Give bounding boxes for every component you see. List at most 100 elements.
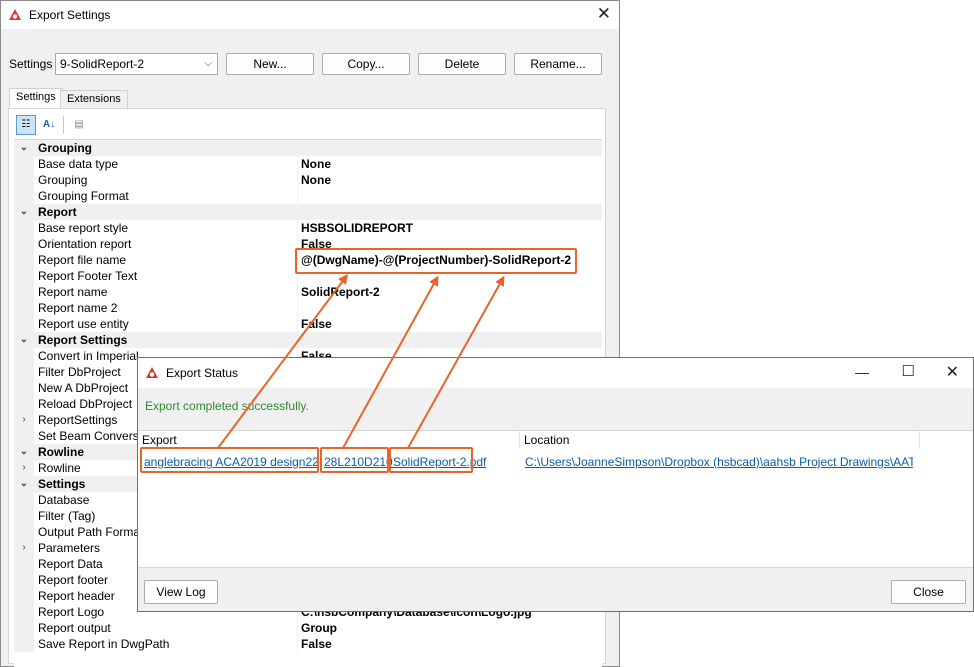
settings-dropdown[interactable]: 9-SolidReport-2 ⌵ [55, 53, 218, 75]
row-gutter [14, 236, 34, 252]
new-button[interactable]: New... [226, 53, 314, 75]
category-row[interactable]: ⌄ Report [14, 204, 602, 220]
row-gutter [14, 396, 34, 412]
property-value[interactable]: SolidReport-2 [301, 284, 380, 300]
copy-button[interactable]: Copy... [322, 53, 410, 75]
row-gutter [14, 428, 34, 444]
settings-label: Settings [9, 57, 53, 71]
property-name: Reload DbProject [38, 397, 133, 411]
row-gutter [14, 588, 34, 604]
close-icon[interactable]: ✕ [597, 5, 611, 22]
property-name: Report Data [38, 557, 103, 571]
property-row[interactable]: Report use entity False [14, 316, 602, 332]
row-gutter [14, 172, 34, 188]
expand-chevron-icon[interactable]: › [14, 412, 34, 428]
app-logo-icon [146, 367, 158, 378]
categorized-icon[interactable]: ☷ [16, 115, 36, 135]
collapse-chevron-icon[interactable]: ⌄ [14, 204, 34, 220]
row-gutter [14, 316, 34, 332]
row-gutter [14, 252, 34, 268]
highlight-export-part-3 [389, 447, 473, 473]
property-name: Convert in Imperial [38, 349, 139, 363]
row-gutter [14, 348, 34, 364]
collapse-chevron-icon[interactable]: ⌄ [14, 332, 34, 348]
expand-chevron-icon[interactable]: › [14, 460, 34, 476]
property-value[interactable]: False [301, 636, 332, 652]
row-gutter [14, 268, 34, 284]
settings-dropdown-value: 9-SolidReport-2 [60, 57, 145, 71]
column-separator [297, 220, 298, 236]
collapse-chevron-icon[interactable]: ⌄ [14, 476, 34, 492]
column-header-location[interactable]: Location [520, 431, 920, 449]
row-gutter [14, 620, 34, 636]
alphabetical-icon[interactable]: A↓ [39, 115, 59, 135]
success-message: Export completed successfully. [145, 399, 309, 413]
tab-extensions[interactable]: Extensions [60, 90, 128, 110]
property-name: Orientation report [38, 237, 132, 251]
category-label: Report [38, 205, 77, 219]
row-gutter [14, 156, 34, 172]
property-row[interactable]: Report name 2 [14, 300, 602, 316]
row-gutter [14, 572, 34, 588]
column-separator [297, 156, 298, 172]
property-row[interactable]: Base data type None [14, 156, 602, 172]
rename-button[interactable]: Rename... [514, 53, 602, 75]
property-row[interactable]: Save Report in DwgPath False [14, 636, 602, 652]
property-pages-icon[interactable]: ▤ [69, 115, 89, 135]
property-name: Filter DbProject [38, 365, 121, 379]
property-name: Grouping [38, 173, 88, 187]
property-row[interactable]: Base report style HSBSOLIDREPORT [14, 220, 602, 236]
property-name: New A DbProject [38, 381, 129, 395]
row-gutter [14, 300, 34, 316]
property-name: Report header [38, 589, 115, 603]
row-gutter [14, 220, 34, 236]
delete-button[interactable]: Delete [418, 53, 506, 75]
view-log-button[interactable]: View Log [144, 580, 218, 604]
export-status-dialog: Export Status — ☐ ✕ Export completed suc… [137, 357, 974, 612]
property-name: ReportSettings [38, 413, 118, 427]
minimize-icon[interactable]: — [855, 364, 869, 380]
property-value[interactable]: None [301, 156, 331, 172]
toolbar-divider [63, 116, 64, 134]
category-row[interactable]: ⌄ Report Settings [14, 332, 602, 348]
column-separator [297, 300, 298, 316]
column-separator [297, 284, 298, 300]
property-name: Database [38, 493, 90, 507]
property-value[interactable]: False [301, 316, 332, 332]
property-name: Report name 2 [38, 301, 118, 315]
property-value[interactable]: Group [301, 620, 337, 636]
property-name: Report name [38, 285, 108, 299]
property-name: Rowline [38, 461, 81, 475]
collapse-chevron-icon[interactable]: ⌄ [14, 140, 34, 156]
category-row[interactable]: ⌄ Grouping [14, 140, 602, 156]
property-row[interactable]: Grouping Format [14, 188, 602, 204]
category-label: Report Settings [38, 333, 128, 347]
status-titlebar: Export Status — ☐ ✕ [138, 358, 973, 388]
location-link[interactable]: C:\Users\JoanneSimpson\Dropbox (hsbcad)\… [525, 455, 913, 469]
property-name: Report output [38, 621, 111, 635]
property-value[interactable]: None [301, 172, 331, 188]
row-gutter [14, 380, 34, 396]
tab-settings[interactable]: Settings [9, 88, 63, 110]
close-button[interactable]: Close [891, 580, 966, 604]
highlight-export-part-2 [320, 447, 389, 473]
column-separator [297, 172, 298, 188]
row-gutter [14, 556, 34, 572]
row-gutter [14, 636, 34, 652]
status-window-title: Export Status [166, 366, 239, 380]
property-row[interactable]: Grouping None [14, 172, 602, 188]
close-icon[interactable]: ✕ [946, 362, 959, 382]
property-name: Save Report in DwgPath [38, 637, 170, 651]
property-name: Base data type [38, 157, 119, 171]
property-name: Report file name [38, 253, 127, 267]
maximize-icon[interactable]: ☐ [902, 362, 915, 380]
row-gutter [14, 604, 34, 620]
expand-chevron-icon[interactable]: › [14, 540, 34, 556]
property-value[interactable]: HSBSOLIDREPORT [301, 220, 413, 236]
row-gutter [14, 524, 34, 540]
property-name: Output Path Format [38, 525, 144, 539]
property-row[interactable]: Report name SolidReport-2 [14, 284, 602, 300]
collapse-chevron-icon[interactable]: ⌄ [14, 444, 34, 460]
property-row[interactable]: Report output Group [14, 620, 602, 636]
property-name: Report use entity [38, 317, 129, 331]
